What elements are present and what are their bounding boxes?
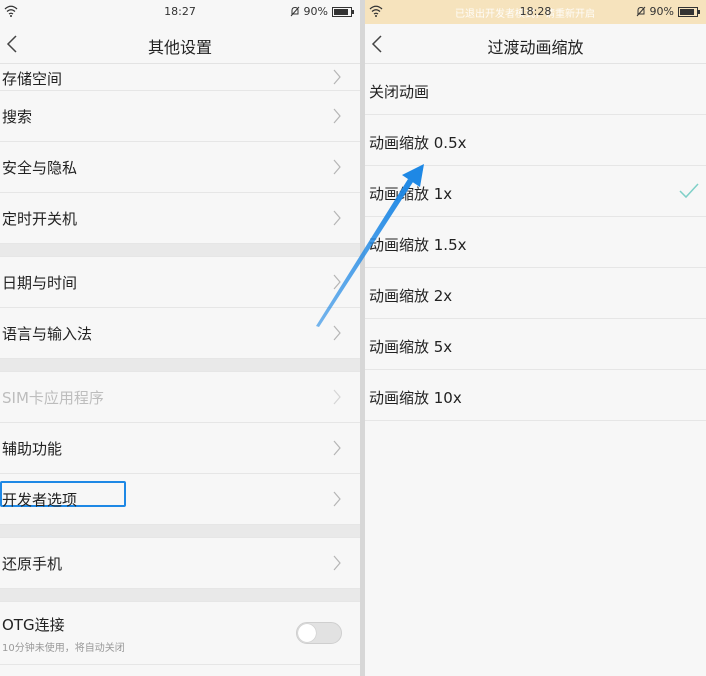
chevron-right-icon bbox=[333, 389, 341, 405]
settings-item-date-time[interactable]: 日期与时间 bbox=[0, 257, 360, 308]
bell-off-icon bbox=[290, 6, 299, 17]
option-label: 动画缩放 0.5x bbox=[369, 134, 467, 152]
settings-item-storage[interactable]: 存储空间 bbox=[0, 64, 360, 91]
settings-item-label: 语言与输入法 bbox=[2, 325, 93, 343]
settings-item-label: 还原手机 bbox=[2, 555, 63, 573]
transition-animation-scale-screen: 已退出开发者模式，请重新开启 18:28 90% 过渡动画缩放 关闭动画 动画缩… bbox=[365, 0, 706, 676]
option-label: 动画缩放 5x bbox=[369, 338, 453, 356]
option-scale-10x[interactable]: 动画缩放 10x bbox=[365, 370, 706, 421]
option-scale-2x[interactable]: 动画缩放 2x bbox=[365, 268, 706, 319]
option-label: 动画缩放 2x bbox=[369, 287, 453, 305]
settings-item-accessibility[interactable]: 辅助功能 bbox=[0, 423, 360, 474]
otg-toggle[interactable] bbox=[296, 622, 342, 644]
chevron-right-icon bbox=[333, 491, 341, 507]
option-scale-1x[interactable]: 动画缩放 1x bbox=[365, 166, 706, 217]
page-title: 过渡动画缩放 bbox=[487, 38, 584, 57]
chevron-right-icon bbox=[333, 159, 341, 175]
settings-list: 存储空间 搜索 安全与隐私 定时开关机 日期与时间 语言与输入法 SIM卡应用程… bbox=[0, 64, 360, 665]
navigation-bar: 其他设置 bbox=[0, 24, 360, 64]
otg-label: OTG连接 bbox=[2, 616, 65, 634]
settings-item-label: 定时开关机 bbox=[2, 210, 78, 228]
battery-percent: 90% bbox=[303, 5, 328, 18]
settings-item-reset-phone[interactable]: 还原手机 bbox=[0, 538, 360, 589]
settings-item-label: 辅助功能 bbox=[2, 440, 63, 458]
settings-item-label: 搜索 bbox=[2, 108, 33, 126]
other-settings-screen: 18:27 90% 其他设置 存储空间 搜索 安全与隐私 定时开关机 日期与时间… bbox=[0, 0, 360, 676]
settings-item-label: 安全与隐私 bbox=[2, 159, 78, 177]
bell-off-icon bbox=[636, 6, 645, 17]
settings-item-label: 开发者选项 bbox=[2, 491, 78, 509]
section-divider bbox=[0, 589, 360, 602]
option-scale-1-5x[interactable]: 动画缩放 1.5x bbox=[365, 217, 706, 268]
battery-icon bbox=[332, 6, 354, 17]
option-scale-5x[interactable]: 动画缩放 5x bbox=[365, 319, 706, 370]
section-divider bbox=[0, 525, 360, 538]
chevron-right-icon bbox=[333, 69, 341, 85]
page-title: 其他设置 bbox=[147, 38, 212, 57]
status-bar: 18:27 90% bbox=[0, 0, 360, 24]
option-label: 动画缩放 1.5x bbox=[369, 236, 467, 254]
settings-item-label: 存储空间 bbox=[2, 70, 63, 88]
chevron-right-icon bbox=[333, 325, 341, 341]
checkmark-icon bbox=[679, 183, 699, 199]
settings-item-sim-apps: SIM卡应用程序 bbox=[0, 372, 360, 423]
option-label: 关闭动画 bbox=[369, 83, 430, 101]
settings-item-security-privacy[interactable]: 安全与隐私 bbox=[0, 142, 360, 193]
option-label: 动画缩放 1x bbox=[369, 185, 453, 203]
settings-item-search[interactable]: 搜索 bbox=[0, 91, 360, 142]
option-scale-0-5x[interactable]: 动画缩放 0.5x bbox=[365, 115, 706, 166]
chevron-right-icon bbox=[333, 274, 341, 290]
navigation-bar: 过渡动画缩放 bbox=[365, 24, 706, 64]
chevron-right-icon bbox=[333, 108, 341, 124]
settings-item-developer-options[interactable]: 开发者选项 bbox=[0, 474, 360, 525]
chevron-right-icon bbox=[333, 555, 341, 571]
section-divider bbox=[0, 359, 360, 372]
settings-item-label: SIM卡应用程序 bbox=[2, 389, 104, 407]
status-bar: 已退出开发者模式，请重新开启 18:28 90% bbox=[365, 0, 706, 24]
section-divider bbox=[0, 244, 360, 257]
toggle-knob bbox=[298, 624, 316, 642]
chevron-right-icon bbox=[333, 440, 341, 456]
animation-scale-options: 关闭动画 动画缩放 0.5x 动画缩放 1x 动画缩放 1.5x 动画缩放 2x… bbox=[365, 64, 706, 421]
settings-item-scheduled-power[interactable]: 定时开关机 bbox=[0, 193, 360, 244]
chevron-right-icon bbox=[333, 210, 341, 226]
settings-item-language-input[interactable]: 语言与输入法 bbox=[0, 308, 360, 359]
otg-description: 10分钟未使用，将自动关闭 bbox=[2, 643, 125, 654]
battery-percent: 90% bbox=[649, 5, 674, 18]
settings-item-otg: OTG连接 10分钟未使用，将自动关闭 bbox=[0, 602, 360, 665]
settings-item-label: 日期与时间 bbox=[2, 274, 78, 292]
option-label: 动画缩放 10x bbox=[369, 389, 462, 407]
option-animation-off[interactable]: 关闭动画 bbox=[365, 64, 706, 115]
battery-icon bbox=[678, 6, 700, 17]
